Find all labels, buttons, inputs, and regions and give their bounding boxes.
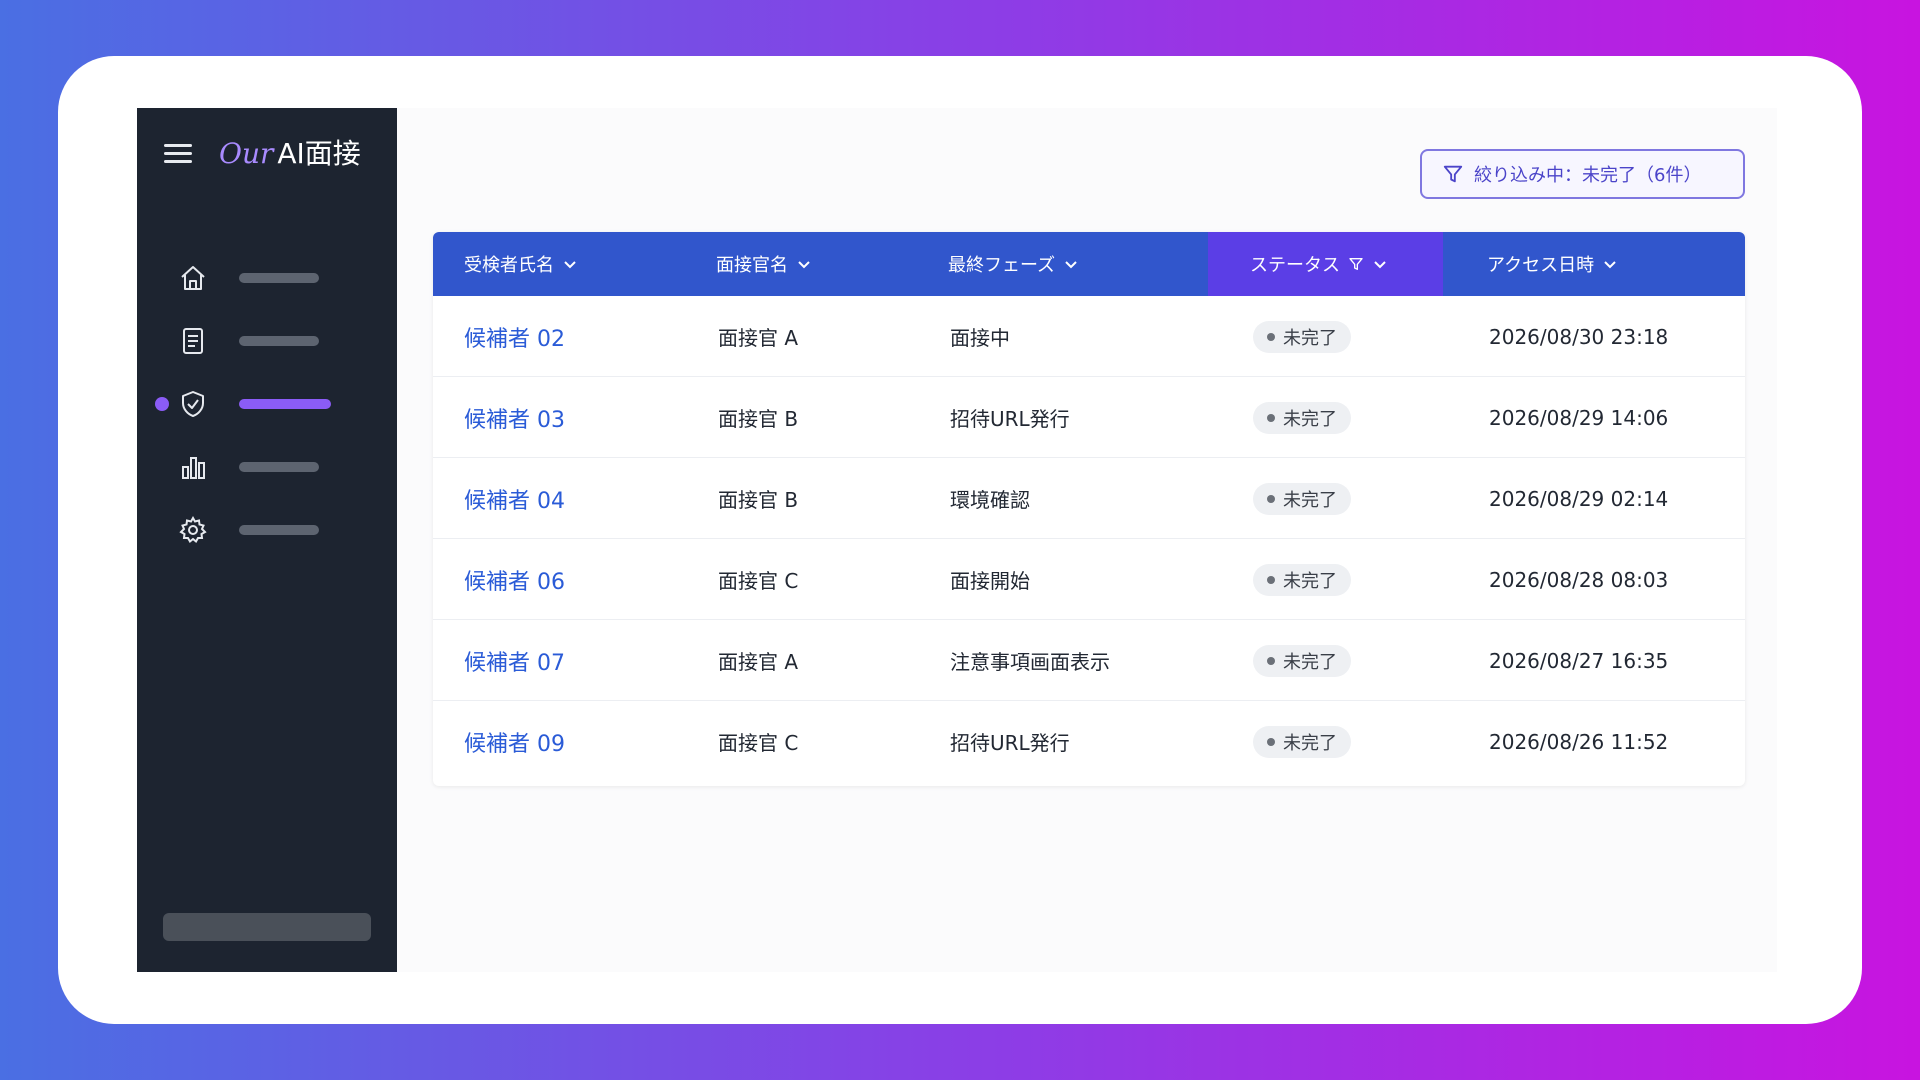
status-cell: 未完了 xyxy=(1253,701,1351,782)
table-row[interactable]: 候補者 04 面接官 B 環境確認 未完了 2026/08/29 02:14 xyxy=(433,458,1745,539)
filter-icon xyxy=(1443,165,1463,183)
shield-check-icon xyxy=(177,388,209,420)
sidebar-item-label-placeholder xyxy=(239,525,319,535)
interviewer-name: 面接官 A xyxy=(718,650,799,674)
sidebar-item-settings[interactable] xyxy=(137,500,397,560)
brand-prefix: Our xyxy=(219,137,274,170)
access-datetime: 2026/08/29 14:06 xyxy=(1489,405,1669,430)
access-datetime: 2026/08/26 11:52 xyxy=(1489,729,1669,754)
brand-name: AI面接 xyxy=(277,137,361,170)
column-header-candidate[interactable]: 受検者氏名 xyxy=(464,232,578,296)
final-phase: 招待URL発行 xyxy=(950,407,1070,431)
sidebar-item-label-placeholder xyxy=(239,399,331,409)
column-header-label: 受検者氏名 xyxy=(464,255,554,276)
table-row[interactable]: 候補者 06 面接官 C 面接開始 未完了 2026/08/28 08:03 xyxy=(433,539,1745,620)
candidate-name-link[interactable]: 候補者 03 xyxy=(464,377,565,458)
chevron-down-icon xyxy=(798,261,810,269)
column-header-status[interactable]: ステータス xyxy=(1208,232,1443,296)
candidate-name-link[interactable]: 候補者 09 xyxy=(464,701,565,782)
table-header: 受検者氏名 面接官名 最終フェーズ ステータス アクセス日時 xyxy=(433,232,1745,296)
status-badge: 未完了 xyxy=(1253,563,1351,596)
candidate-name-link[interactable]: 候補者 07 xyxy=(464,620,565,701)
table-row[interactable]: 候補者 07 面接官 A 注意事項画面表示 未完了 2026/08/27 16:… xyxy=(433,620,1745,701)
active-indicator xyxy=(155,397,169,411)
candidate-name-link[interactable]: 候補者 04 xyxy=(464,458,565,539)
status-cell: 未完了 xyxy=(1253,296,1351,377)
app-logo: Our AI面接 xyxy=(219,134,361,174)
candidate-name-link[interactable]: 候補者 06 xyxy=(464,539,565,620)
sidebar-item-home[interactable] xyxy=(137,248,397,308)
sidebar-item-label-placeholder xyxy=(239,462,319,472)
chevron-down-icon xyxy=(1604,261,1616,269)
menu-icon[interactable] xyxy=(164,142,192,166)
column-header-access-time[interactable]: アクセス日時 xyxy=(1487,232,1618,296)
status-label: 未完了 xyxy=(1283,651,1337,673)
column-header-label: アクセス日時 xyxy=(1487,255,1595,276)
status-label: 未完了 xyxy=(1283,327,1337,349)
interviewer-name: 面接官 B xyxy=(718,488,799,512)
sidebar: Our AI面接 xyxy=(137,108,397,972)
interviewer-name: 面接官 C xyxy=(718,569,799,593)
status-badge: 未完了 xyxy=(1253,725,1351,758)
status-badge: 未完了 xyxy=(1253,482,1351,515)
bar-chart-icon xyxy=(177,451,209,483)
candidate-table: 受検者氏名 面接官名 最終フェーズ ステータス アクセス日時 候補者 02 面接… xyxy=(433,232,1745,786)
document-icon xyxy=(177,325,209,357)
interviewer-name: 面接官 C xyxy=(718,731,799,755)
final-phase: 面接中 xyxy=(950,326,1010,350)
sidebar-footer-placeholder xyxy=(163,913,371,941)
sidebar-item-analytics[interactable] xyxy=(137,437,397,497)
chevron-down-icon xyxy=(1065,261,1077,269)
candidate-name-link[interactable]: 候補者 02 xyxy=(464,296,565,377)
status-cell: 未完了 xyxy=(1253,377,1351,458)
table-row[interactable]: 候補者 09 面接官 C 招待URL発行 未完了 2026/08/26 11:5… xyxy=(433,701,1745,782)
status-label: 未完了 xyxy=(1283,408,1337,430)
column-header-interviewer[interactable]: 面接官名 xyxy=(716,232,812,296)
status-label: 未完了 xyxy=(1283,489,1337,511)
final-phase: 面接開始 xyxy=(950,569,1030,593)
column-header-label: 最終フェーズ xyxy=(948,255,1056,276)
final-phase: 招待URL発行 xyxy=(950,731,1070,755)
app-container: Our AI面接 絞り込み中：未完了（6件） 受検者氏名 面接官名 最終フェーズ… xyxy=(137,108,1777,972)
column-header-phase[interactable]: 最終フェーズ xyxy=(948,232,1079,296)
column-header-label: ステータス xyxy=(1250,255,1340,276)
filter-icon xyxy=(1349,258,1363,270)
status-cell: 未完了 xyxy=(1253,458,1351,539)
access-datetime: 2026/08/28 08:03 xyxy=(1489,567,1669,592)
chevron-down-icon xyxy=(564,261,576,269)
status-cell: 未完了 xyxy=(1253,539,1351,620)
chevron-down-icon xyxy=(1374,261,1386,269)
status-badge: 未完了 xyxy=(1253,320,1351,353)
sidebar-item-label-placeholder xyxy=(239,273,319,283)
status-cell: 未完了 xyxy=(1253,620,1351,701)
final-phase: 環境確認 xyxy=(950,488,1030,512)
status-label: 未完了 xyxy=(1283,570,1337,592)
gear-icon xyxy=(177,514,209,546)
interviewer-name: 面接官 B xyxy=(718,407,799,431)
window-frame: Our AI面接 絞り込み中：未完了（6件） 受検者氏名 面接官名 最終フェーズ… xyxy=(58,56,1862,1024)
filter-chip-label: 絞り込み中：未完了（6件） xyxy=(1474,165,1702,186)
home-icon xyxy=(177,262,209,294)
interviewer-name: 面接官 A xyxy=(718,326,799,350)
status-badge: 未完了 xyxy=(1253,644,1351,677)
sidebar-item-documents[interactable] xyxy=(137,311,397,371)
table-row[interactable]: 候補者 02 面接官 A 面接中 未完了 2026/08/30 23:18 xyxy=(433,296,1745,377)
column-header-label: 面接官名 xyxy=(716,255,788,276)
access-datetime: 2026/08/29 02:14 xyxy=(1489,486,1669,511)
status-label: 未完了 xyxy=(1283,732,1337,754)
status-badge: 未完了 xyxy=(1253,401,1351,434)
access-datetime: 2026/08/27 16:35 xyxy=(1489,648,1669,673)
sidebar-item-label-placeholder xyxy=(239,336,319,346)
table-row[interactable]: 候補者 03 面接官 B 招待URL発行 未完了 2026/08/29 14:0… xyxy=(433,377,1745,458)
active-filter-chip[interactable]: 絞り込み中：未完了（6件） xyxy=(1420,149,1745,199)
sidebar-item-security[interactable] xyxy=(137,374,397,434)
access-datetime: 2026/08/30 23:18 xyxy=(1489,324,1669,349)
final-phase: 注意事項画面表示 xyxy=(950,650,1110,674)
